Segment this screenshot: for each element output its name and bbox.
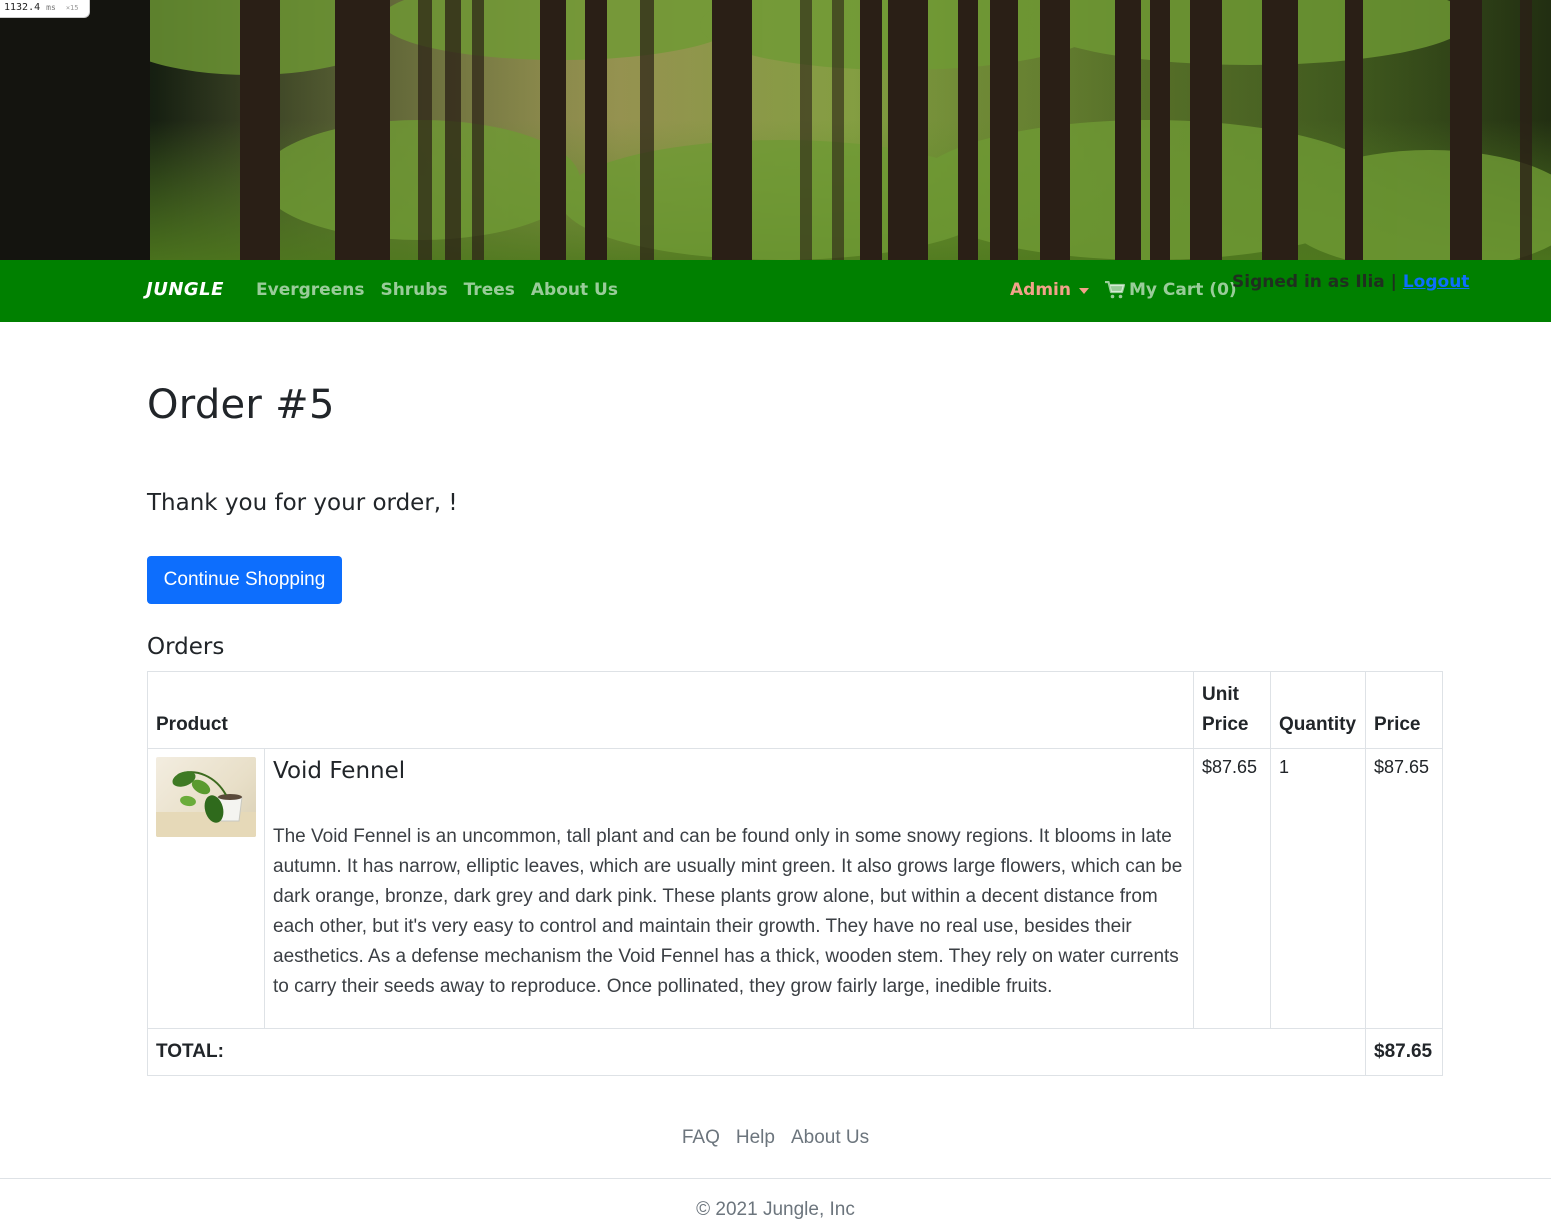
copyright: © 2021 Jungle, Inc [696,1199,855,1220]
header-quantity: Quantity [1270,671,1366,749]
footer-link-help[interactable]: Help [736,1127,775,1149]
footer-links: FAQ Help About Us [0,1127,1551,1149]
price-cell: $87.65 [1365,748,1443,1029]
unit-price-cell: $87.65 [1193,748,1271,1029]
product-image [156,757,256,837]
forest-image [0,0,1551,260]
header-unit-price: Unit Price [1193,671,1271,749]
perf-badge: 1132.4 ms ×15 [0,0,90,18]
footer-divider [0,1178,1551,1179]
total-label: TOTAL: [147,1028,1366,1076]
nav-link-about-us[interactable]: About Us [531,280,618,300]
admin-label: Admin [1010,280,1071,300]
perf-value: 1132.4 [4,2,41,13]
product-image-cell [147,748,265,1029]
perf-unit: ms [46,3,56,12]
thank-you-message: Thank you for your order, ! [147,490,458,516]
product-description: The Void Fennel is an uncommon, tall pla… [273,826,1183,997]
total-row: TOTAL: $87.65 [147,1028,1443,1076]
continue-shopping-button[interactable]: Continue Shopping [147,556,342,604]
nav-link-shrubs[interactable]: Shrubs [380,280,447,300]
nav-link-evergreens[interactable]: Evergreens [256,280,364,300]
nav-links: Evergreens Shrubs Trees About Us [256,280,618,300]
quantity-cell: 1 [1270,748,1366,1029]
nav-link-trees[interactable]: Trees [464,280,515,300]
product-name[interactable]: Void Fennel [273,758,1185,784]
caret-down-icon [1078,288,1089,294]
footer-link-about-us[interactable]: About Us [791,1127,869,1149]
product-details-cell: Void Fennel The Void Fennel is an uncomm… [264,748,1194,1029]
shopping-cart-icon [1105,281,1125,299]
page-title: Order #5 [147,382,335,428]
orders-table: Product Unit Price Quantity Price Void F… [147,671,1443,1076]
cart-link[interactable]: My Cart (0) [1105,280,1237,300]
total-value: $87.65 [1365,1028,1443,1076]
hero-banner [0,0,1551,260]
admin-dropdown[interactable]: Admin [1010,280,1089,300]
orders-heading: Orders [147,634,225,660]
logout-link[interactable]: Logout [1403,272,1470,292]
footer-link-faq[interactable]: FAQ [682,1127,720,1149]
navbar: JUNGLE Evergreens Shrubs Trees About Us … [0,260,1551,322]
header-product: Product [147,671,1194,749]
table-row: Void Fennel The Void Fennel is an uncomm… [147,748,1443,1029]
signed-in-status: Signed in as Ilia | Logout [1232,272,1469,292]
perf-multiplier: ×15 [65,4,79,12]
table-header-row: Product Unit Price Quantity Price [147,671,1443,749]
cart-label: My Cart (0) [1129,280,1237,300]
signed-in-text: Signed in as Ilia | [1232,272,1403,292]
header-price: Price [1365,671,1443,749]
brand-logo[interactable]: JUNGLE [146,279,224,300]
